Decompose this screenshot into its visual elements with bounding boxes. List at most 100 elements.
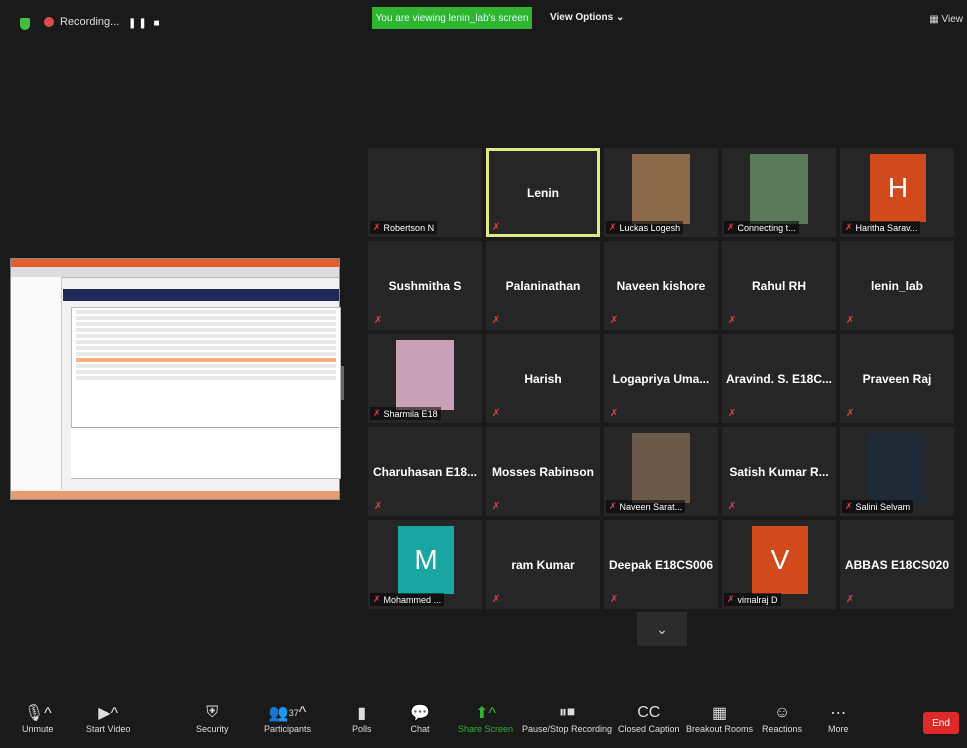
participant-caption-text: Naveen Sarat... [619,501,683,512]
participant-caption: ✗ Haritha Sarav... [842,221,921,234]
participant-tile[interactable]: Mosses Rabinson ✗ [486,427,600,516]
shared-tree-panel [11,277,62,489]
chat-button[interactable]: 💬 Chat [410,702,430,734]
participant-photo [632,154,690,224]
recording-dot-icon [44,17,54,27]
recording-controls[interactable]: ❚❚ ■ [128,18,162,29]
participant-grid: ✗ Robertson N Lenin ✗ ✗ Luckas Logesh ✗ Connect… [368,148,954,609]
participants-icon: 👥 37 ^ [268,704,307,722]
participant-name: Satish Kumar R... [729,464,829,479]
top-bar: Recording... ❚❚ ■ You are viewing lenin_… [0,0,967,42]
start-video-button[interactable]: ▶^ Start Video [86,702,130,734]
participant-name: Logapriya Uma... [612,371,710,386]
participant-tile[interactable]: ✗ Sharmila E18 [368,334,482,423]
participant-tile[interactable]: Rahul RH ✗ [722,241,836,330]
participant-avatar: M [398,526,454,594]
table-row-selected [76,358,336,362]
participant-caption-text: Haritha Sarav... [855,222,918,233]
participant-tile[interactable]: ✗ Luckas Logesh [604,148,718,237]
participant-tile[interactable]: lenin_lab ✗ [840,241,954,330]
recording-label: Recording... [60,16,120,28]
participant-tile[interactable]: Naveen kishore ✗ [604,241,718,330]
participant-tile[interactable]: ✗ Salini Selvam [840,427,954,516]
view-options-button[interactable]: View Options ⌄ [550,12,624,23]
participant-tile[interactable]: ✗ Robertson N [368,148,482,237]
pause-stop-recording-button[interactable]: ⏸⏹ Pause/Stop Recording [522,702,612,734]
muted-mic-icon: ✗ [373,594,381,604]
participants-button[interactable]: 👥 37 ^ Participants [264,702,311,734]
participant-tile[interactable]: ram Kumar ✗ [486,520,600,609]
security-button[interactable]: ⛨ Security [196,702,229,734]
closed-caption-label: Closed Caption [618,724,680,734]
muted-mic-icon: ✗ [373,222,381,232]
participant-tile[interactable]: H ✗ Haritha Sarav... [840,148,954,237]
unmute-label: Unmute [22,724,54,734]
shared-vm-toolbar [63,289,339,301]
muted-mic-icon: ✗ [373,408,381,418]
participant-photo [396,340,454,410]
participant-name: Mosses Rabinson [491,464,595,479]
reactions-button[interactable]: ☺ Reactions [762,702,802,734]
participant-tile[interactable]: Sushmitha S ✗ [368,241,482,330]
participant-caption-text: vimalraj D [737,594,778,605]
participants-label: Participants [264,724,312,734]
view-button[interactable]: ▦ View [929,14,963,25]
muted-mic-icon: ✗ [610,594,619,605]
participant-tile[interactable]: Charuhasan E18... ✗ [368,427,482,516]
participant-caption-text: Robertson N [383,222,435,233]
start-video-label: Start Video [86,724,131,734]
microphone-muted-icon: 🎙^ [23,705,52,722]
participant-tile[interactable]: V ✗ vimalraj D [722,520,836,609]
breakout-rooms-icon: ▦ [711,705,728,722]
participant-caption: ✗ Connecting t... [724,221,799,234]
share-screen-button[interactable]: ⬆^ Share Screen [458,702,513,734]
participant-tile[interactable]: ABBAS E18CS020 ✗ [840,520,954,609]
polls-button[interactable]: ▮ Polls [352,702,372,734]
end-meeting-button[interactable]: End [923,712,959,734]
participant-tile[interactable]: Lenin ✗ [486,148,600,237]
participant-tile[interactable]: M ✗ Mohammed ... [368,520,482,609]
table-row [76,316,336,320]
chat-icon: 💬 [410,705,430,722]
participant-tile[interactable]: Harish ✗ [486,334,600,423]
participant-avatar: H [870,154,926,222]
participant-caption: ✗ Naveen Sarat... [606,500,686,513]
muted-mic-icon: ✗ [610,408,619,419]
more-icon: ⋯ [830,705,847,722]
chevron-down-icon[interactable]: ⌄ [637,612,687,646]
more-button[interactable]: ⋯ More [828,702,849,734]
muted-mic-icon: ✗ [609,501,617,511]
participant-name: Charuhasan E18... [372,464,478,479]
participants-count: 37 [288,708,299,718]
muted-mic-icon: ✗ [609,222,617,232]
participant-name: Lenin [527,185,559,200]
closed-caption-button[interactable]: CC Closed Caption [618,702,680,734]
participant-tile[interactable]: Satish Kumar R... ✗ [722,427,836,516]
participant-photo [750,154,808,224]
security-shield-icon [20,18,30,30]
table-row [76,376,336,380]
unmute-button[interactable]: 🎙^ Unmute [22,702,54,734]
participant-name: Harish [524,371,562,386]
breakout-rooms-label: Breakout Rooms [686,724,754,734]
participant-tile[interactable]: Praveen Raj ✗ [840,334,954,423]
muted-mic-icon: ✗ [728,501,737,512]
muted-mic-icon: ✗ [492,408,501,419]
reactions-label: Reactions [762,724,803,734]
muted-mic-icon: ✗ [728,408,737,419]
participant-tile[interactable]: ✗ Naveen Sarat... [604,427,718,516]
participant-tile[interactable]: Palaninathan ✗ [486,241,600,330]
participant-caption: ✗ Sharmila E18 [370,407,441,420]
participant-tile[interactable]: ✗ Connecting t... [722,148,836,237]
participant-caption: ✗ vimalraj D [724,593,781,606]
participant-name: ABBAS E18CS020 [844,557,950,572]
muted-mic-icon: ✗ [492,315,501,326]
participant-tile[interactable]: Deepak E18CS006 ✗ [604,520,718,609]
participant-caption-text: Mohammed ... [383,594,442,605]
resize-handle[interactable] [341,366,344,400]
participant-tile[interactable]: Aravind. S. E18C... ✗ [722,334,836,423]
breakout-rooms-button[interactable]: ▦ Breakout Rooms [686,702,753,734]
table-row [76,322,336,326]
meeting-toolbar: 🎙^ Unmute ▶^ Start Video ⛨ Security 👥 37 ^… [0,700,967,748]
participant-tile[interactable]: Logapriya Uma... ✗ [604,334,718,423]
